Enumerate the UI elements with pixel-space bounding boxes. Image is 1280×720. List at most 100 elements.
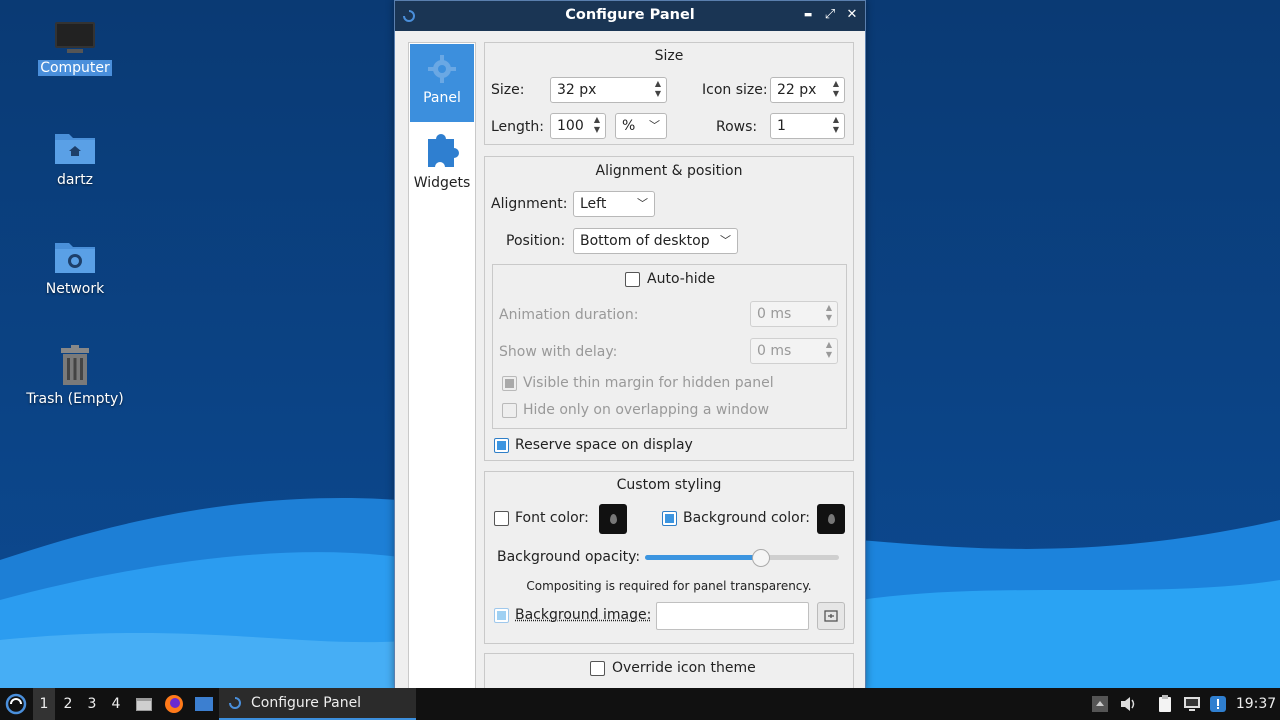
workspace-3[interactable]: 3: [81, 688, 103, 720]
position-label: Position:: [506, 233, 566, 249]
opacity-slider-fill: [645, 555, 762, 560]
desktop-icon-computer[interactable]: Computer: [20, 20, 130, 76]
sidebar-item-widgets[interactable]: Widgets: [410, 129, 474, 199]
length-unit-select[interactable]: % ﹀: [615, 113, 667, 139]
alignment-label: Alignment:: [491, 196, 568, 212]
group-title: Size: [654, 48, 684, 64]
app-icon: [229, 697, 241, 709]
volume-icon[interactable]: [1119, 695, 1137, 713]
animation-duration-spinbox[interactable]: 0 ms ▲ ▼: [750, 301, 838, 327]
workspace-4[interactable]: 4: [105, 688, 127, 720]
autohide-checkbox[interactable]: [625, 272, 640, 287]
opacity-slider-track[interactable]: [645, 555, 839, 560]
start-menu-button[interactable]: [2, 688, 30, 720]
window-titlebar[interactable]: Configure Panel ▬ ⤢ ✕: [395, 1, 865, 31]
show-desktop-launcher[interactable]: [192, 688, 216, 720]
taskbar: 1 2 3 4 Configure Panel 19:37: [0, 688, 1280, 720]
workspace-2[interactable]: 2: [57, 688, 79, 720]
taskbar-task-configure-panel[interactable]: Configure Panel: [219, 688, 416, 720]
sidebar-item-label: Widgets: [413, 175, 471, 191]
custom-styling-group: Custom styling Font color: Background co…: [484, 471, 854, 644]
update-notifier-icon[interactable]: [1209, 695, 1227, 713]
workspace-1[interactable]: 1: [33, 688, 55, 720]
firefox-launcher[interactable]: [162, 688, 186, 720]
spin-arrows-icon[interactable]: ▲ ▼: [592, 115, 602, 137]
compositing-note: Compositing is required for panel transp…: [526, 579, 812, 593]
open-file-icon: [824, 610, 838, 622]
file-manager-icon: [136, 698, 152, 711]
spin-arrows-icon[interactable]: ▲ ▼: [824, 340, 834, 362]
length-unit-value: %: [622, 118, 636, 134]
close-button[interactable]: ✕: [845, 6, 859, 24]
reserve-space-checkbox[interactable]: [494, 438, 509, 453]
spin-arrows-icon[interactable]: ▲ ▼: [831, 115, 841, 137]
desktop-icon-label: Network: [45, 281, 105, 297]
desktop-icon-dartz[interactable]: dartz: [20, 128, 130, 188]
show-delay-spinbox[interactable]: 0 ms ▲ ▼: [750, 338, 838, 364]
tray-expand-icon[interactable]: [1091, 695, 1109, 713]
spin-arrows-icon[interactable]: ▲ ▼: [824, 303, 834, 325]
sidebar-item-panel[interactable]: Panel: [410, 44, 474, 122]
reserve-space-label: Reserve space on display: [515, 437, 693, 453]
background-image-input[interactable]: [656, 602, 809, 630]
rows-label: Rows:: [716, 119, 758, 135]
size-spinbox[interactable]: 32 px ▲ ▼: [550, 77, 667, 103]
desktop-icon-label: Trash (Empty): [26, 391, 124, 407]
length-spinbox[interactable]: 100 ▲ ▼: [550, 113, 606, 139]
autohide-subgroup: Auto-hide Animation duration: 0 ms ▲ ▼ Sh…: [492, 264, 847, 429]
puzzle-icon: [428, 134, 459, 167]
thin-margin-checkbox[interactable]: [502, 376, 517, 391]
override-icon-theme-group: Override icon theme: [484, 653, 854, 693]
icon-size-spinbox[interactable]: 22 px ▲ ▼: [770, 77, 845, 103]
position-select[interactable]: Bottom of desktop ﹀: [573, 228, 738, 254]
background-color-button[interactable]: [817, 504, 845, 534]
animation-duration-value: 0 ms: [757, 306, 792, 322]
minimize-button[interactable]: ▬: [801, 6, 815, 24]
show-delay-value: 0 ms: [757, 343, 792, 359]
opacity-slider-handle[interactable]: [752, 549, 771, 567]
font-color-checkbox[interactable]: [494, 511, 509, 526]
alignment-select[interactable]: Left ﹀: [573, 191, 655, 217]
chevron-down-icon: ﹀: [720, 234, 731, 247]
spin-arrows-icon[interactable]: ▲ ▼: [653, 79, 663, 101]
font-color-label: Font color:: [515, 510, 589, 526]
length-value: 100: [557, 118, 584, 134]
desktop-icon-trash[interactable]: Trash (Empty): [20, 345, 130, 407]
spin-arrows-icon[interactable]: ▲ ▼: [831, 79, 841, 101]
window-title: Configure Panel: [565, 7, 695, 23]
start-menu-icon: [5, 693, 27, 715]
background-image-checkbox[interactable]: [494, 608, 509, 623]
network-tray-icon[interactable]: [1183, 695, 1201, 713]
background-color-checkbox[interactable]: [662, 511, 677, 526]
network-folder-icon: [55, 243, 95, 273]
font-color-button[interactable]: [599, 504, 627, 534]
configure-panel-window: Configure Panel ▬ ⤢ ✕ Panel Widgets Size…: [394, 0, 866, 693]
file-manager-launcher[interactable]: [133, 688, 155, 720]
show-delay-label: Show with delay:: [499, 344, 618, 360]
group-title: Alignment & position: [595, 163, 743, 179]
clipboard-icon[interactable]: [1156, 695, 1174, 713]
desktop-icon: [195, 697, 213, 711]
length-label: Length:: [491, 119, 545, 135]
alignment-value: Left: [580, 196, 607, 212]
group-title: Custom styling: [616, 477, 722, 493]
autohide-label: Auto-hide: [647, 271, 716, 287]
clock[interactable]: 19:37: [1234, 688, 1278, 720]
overlap-checkbox[interactable]: [502, 403, 517, 418]
trash-icon: [61, 345, 89, 385]
browse-image-button[interactable]: [817, 602, 845, 630]
override-icon-theme-label: Override icon theme: [612, 660, 756, 676]
alignment-position-group: Alignment & position Alignment: Left ﹀ P…: [484, 156, 854, 461]
size-value: 32 px: [557, 82, 597, 98]
background-opacity-label: Background opacity:: [497, 549, 641, 565]
desktop-icon-network[interactable]: Network: [20, 237, 130, 297]
desktop-icon-label: Computer: [38, 60, 112, 76]
override-icon-theme-checkbox[interactable]: [590, 661, 605, 676]
settings-sidebar: Panel Widgets: [408, 42, 476, 692]
rows-spinbox[interactable]: 1 ▲ ▼: [770, 113, 845, 139]
background-image-label: Background image:: [515, 607, 652, 623]
chevron-down-icon: ﹀: [649, 119, 660, 132]
icon-size-label: Icon size:: [702, 82, 768, 98]
maximize-button[interactable]: ⤢: [823, 6, 837, 24]
gear-icon: [428, 55, 456, 83]
